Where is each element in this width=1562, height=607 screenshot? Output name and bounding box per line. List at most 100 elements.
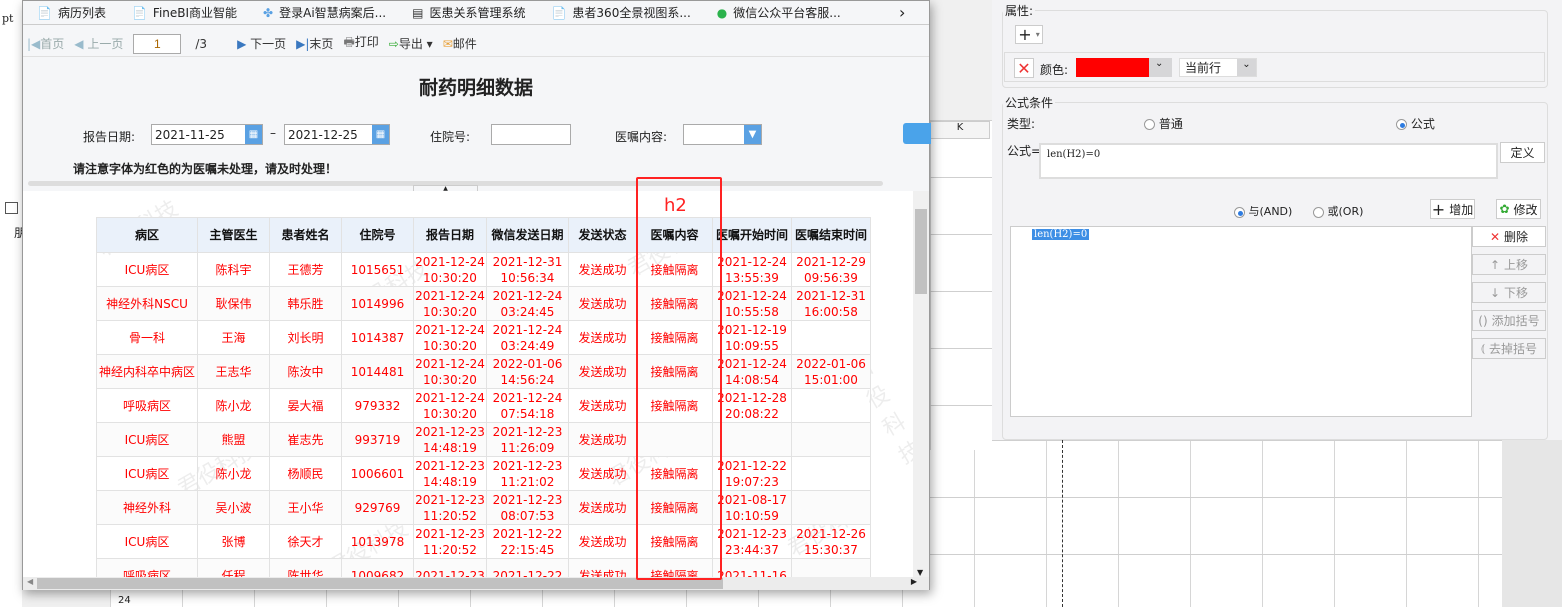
condition-item[interactable]: len(H2)=0: [1032, 229, 1090, 240]
mail-button[interactable]: ✉邮件: [443, 35, 477, 52]
column-header[interactable]: 微信发送日期: [486, 217, 569, 253]
table-cell: ICU病区: [96, 252, 198, 287]
remove-attribute-button[interactable]: ✕: [1014, 58, 1034, 78]
remove-paren-button[interactable]: ⦅ 去掉括号: [1472, 338, 1546, 359]
table-cell: 1009682: [341, 558, 414, 577]
export-button[interactable]: ⇨导出 ▾: [389, 35, 433, 52]
date-from-input[interactable]: 2021-11-25 ▦: [151, 124, 263, 145]
move-down-button[interactable]: ↓ 下移: [1472, 282, 1546, 303]
table-cell: 张博: [197, 524, 270, 559]
calendar-icon[interactable]: ▦: [372, 125, 389, 144]
table-cell: 韩乐胜: [269, 286, 342, 321]
bookmark-label: FineBI商业智能: [152, 6, 238, 20]
add-condition-button[interactable]: + 增加: [1430, 199, 1475, 219]
bookmark-item[interactable]: 📄 患者360全景视图系...: [551, 4, 690, 21]
query-button[interactable]: [903, 123, 931, 144]
gear-icon: ✿: [1499, 202, 1510, 216]
bookmark-item[interactable]: ● 微信公众平台客服...: [717, 4, 841, 21]
table-cell: 陈汝中: [269, 354, 342, 389]
scope-value: 当前行: [1185, 61, 1222, 75]
column-header[interactable]: 患者姓名: [269, 217, 342, 253]
table-cell: 发送成功: [568, 252, 637, 287]
bookmark-icon: 📄: [131, 5, 147, 20]
condition-list[interactable]: len(H2)=0: [1010, 226, 1472, 417]
table-cell: 王小华: [269, 490, 342, 525]
table-row: 神经外科 吴小波 王小华 929769 2021-12-23 11:20:52 2021-…: [96, 490, 871, 525]
column-header[interactable]: 住院号: [341, 217, 414, 253]
type-normal-radio[interactable]: 普通: [1144, 115, 1183, 132]
or-radio[interactable]: 或(OR): [1313, 203, 1363, 219]
column-header[interactable]: 病区: [96, 217, 198, 253]
delete-button[interactable]: ✕ 删除: [1472, 226, 1546, 247]
scope-select[interactable]: 当前行 ⌄: [1179, 58, 1257, 77]
page-number-input[interactable]: [133, 33, 182, 54]
order-content-select[interactable]: ▼: [683, 124, 762, 145]
table-cell: ICU病区: [96, 456, 198, 491]
bookmark-item[interactable]: 📄 FineBI商业智能: [132, 4, 237, 21]
table-cell: 1015651: [341, 252, 414, 287]
table-cell: 2021-08-17 10:10:59: [712, 490, 792, 525]
table-cell: 2021-12-31 10:56:34: [486, 252, 569, 287]
table-cell: 2021-12-23 11:21:02: [486, 456, 569, 491]
and-radio[interactable]: 与(AND): [1234, 203, 1292, 219]
scrollbar-thumb[interactable]: [37, 578, 723, 589]
table-cell: 发送成功: [568, 490, 637, 525]
table-cell: 神经外科: [96, 490, 198, 525]
print-button[interactable]: 🖶打印: [343, 33, 378, 54]
first-page-button[interactable]: |◀首页: [27, 35, 64, 52]
vertical-scrollbar[interactable]: ▼: [913, 191, 929, 577]
table-cell: 2021-12-24 03:24:49: [486, 320, 569, 355]
table-row: ICU病区 陈科宇 王德芳 1015651 2021-12-24 10:30:20 202…: [96, 252, 871, 287]
formula-input[interactable]: len(H2)=0: [1039, 143, 1498, 179]
table-cell: 2021-12-23 11:20:52: [413, 490, 487, 525]
define-button[interactable]: 定义: [1500, 142, 1545, 163]
next-page-button[interactable]: ▶ 下一页: [237, 35, 286, 52]
row-header-24[interactable]: 24: [118, 595, 131, 606]
bookmark-item[interactable]: ▤ 医患关系管理系统: [412, 4, 525, 21]
calendar-icon[interactable]: ▦: [245, 125, 262, 144]
table-cell: 2021-12-24 10:55:58: [712, 286, 792, 321]
bookmark-item[interactable]: 📄 病历列表: [37, 4, 106, 21]
table-row: 神经内科卒中病区 王志华 陈汝中 1014481 2021-12-24 10:30:20…: [96, 354, 871, 389]
last-page-button[interactable]: ▶|末页: [296, 35, 333, 52]
type-formula-radio[interactable]: 公式: [1396, 115, 1435, 132]
prev-page-button[interactable]: ◀ 上一页: [74, 35, 123, 52]
color-label: 颜色:: [1040, 63, 1069, 77]
scrollbar-thumb[interactable]: [915, 209, 927, 294]
modify-condition-button[interactable]: ✿ 修改: [1496, 199, 1541, 219]
spreadsheet-grid-right[interactable]: [930, 120, 992, 450]
column-header[interactable]: 报告日期: [413, 217, 487, 253]
date-to-input[interactable]: 2021-12-25 ▦: [284, 124, 390, 145]
table-cell: 2021-12-22: [486, 558, 569, 577]
page-total: /3: [195, 36, 208, 51]
color-picker[interactable]: ⌄: [1076, 58, 1172, 77]
table-cell: 发送成功: [568, 422, 637, 457]
table-cell: 2021-12-23: [413, 558, 487, 577]
add-attribute-button[interactable]: + ▾: [1015, 25, 1043, 44]
type-label: 类型:: [1007, 117, 1036, 131]
vertical-scrollbar-sheet[interactable]: [1502, 440, 1562, 607]
inpatient-no-input[interactable]: [491, 124, 571, 145]
table-row: 骨一科 王海 刘长明 1014387 2021-12-24 10:30:20 2021-1…: [96, 320, 871, 355]
column-header[interactable]: 医嘱开始时间: [712, 217, 792, 253]
left-panel-icon[interactable]: [5, 202, 18, 214]
notice-text: 请注意字体为红色的为医嘱未处理，请及时处理！: [73, 162, 338, 176]
column-header[interactable]: 主管医生: [197, 217, 270, 253]
table-cell: 王志华: [197, 354, 270, 389]
table-cell: 徐天才: [269, 524, 342, 559]
bookmark-icon: 📄: [37, 5, 52, 20]
formula-label: 公式=: [1007, 144, 1042, 158]
chevron-down-icon: ⌄: [1237, 59, 1256, 76]
table-cell: 2021-12-29 09:56:39: [791, 252, 871, 287]
bookmark-item[interactable]: ✤ 登录Ai智慧病案后...: [263, 4, 386, 21]
column-header[interactable]: 发送状态: [568, 217, 637, 253]
horizontal-scrollbar[interactable]: ◀ ▶: [23, 577, 929, 590]
column-header[interactable]: 医嘱结束时间: [791, 217, 871, 253]
table-row: 呼吸病区 任程 陈世华 1009682 2021-12-23 2021-12-22 发送成功…: [96, 558, 871, 577]
page-break-line: [1062, 440, 1063, 607]
table-cell: 2021-12-23 14:48:19: [413, 456, 487, 491]
bookmarks-more-chevron-icon[interactable]: ›: [899, 3, 905, 22]
move-up-button[interactable]: ↑ 上移: [1472, 254, 1546, 275]
column-header-k[interactable]: K: [930, 121, 990, 139]
add-paren-button[interactable]: () 添加括号: [1472, 310, 1546, 331]
